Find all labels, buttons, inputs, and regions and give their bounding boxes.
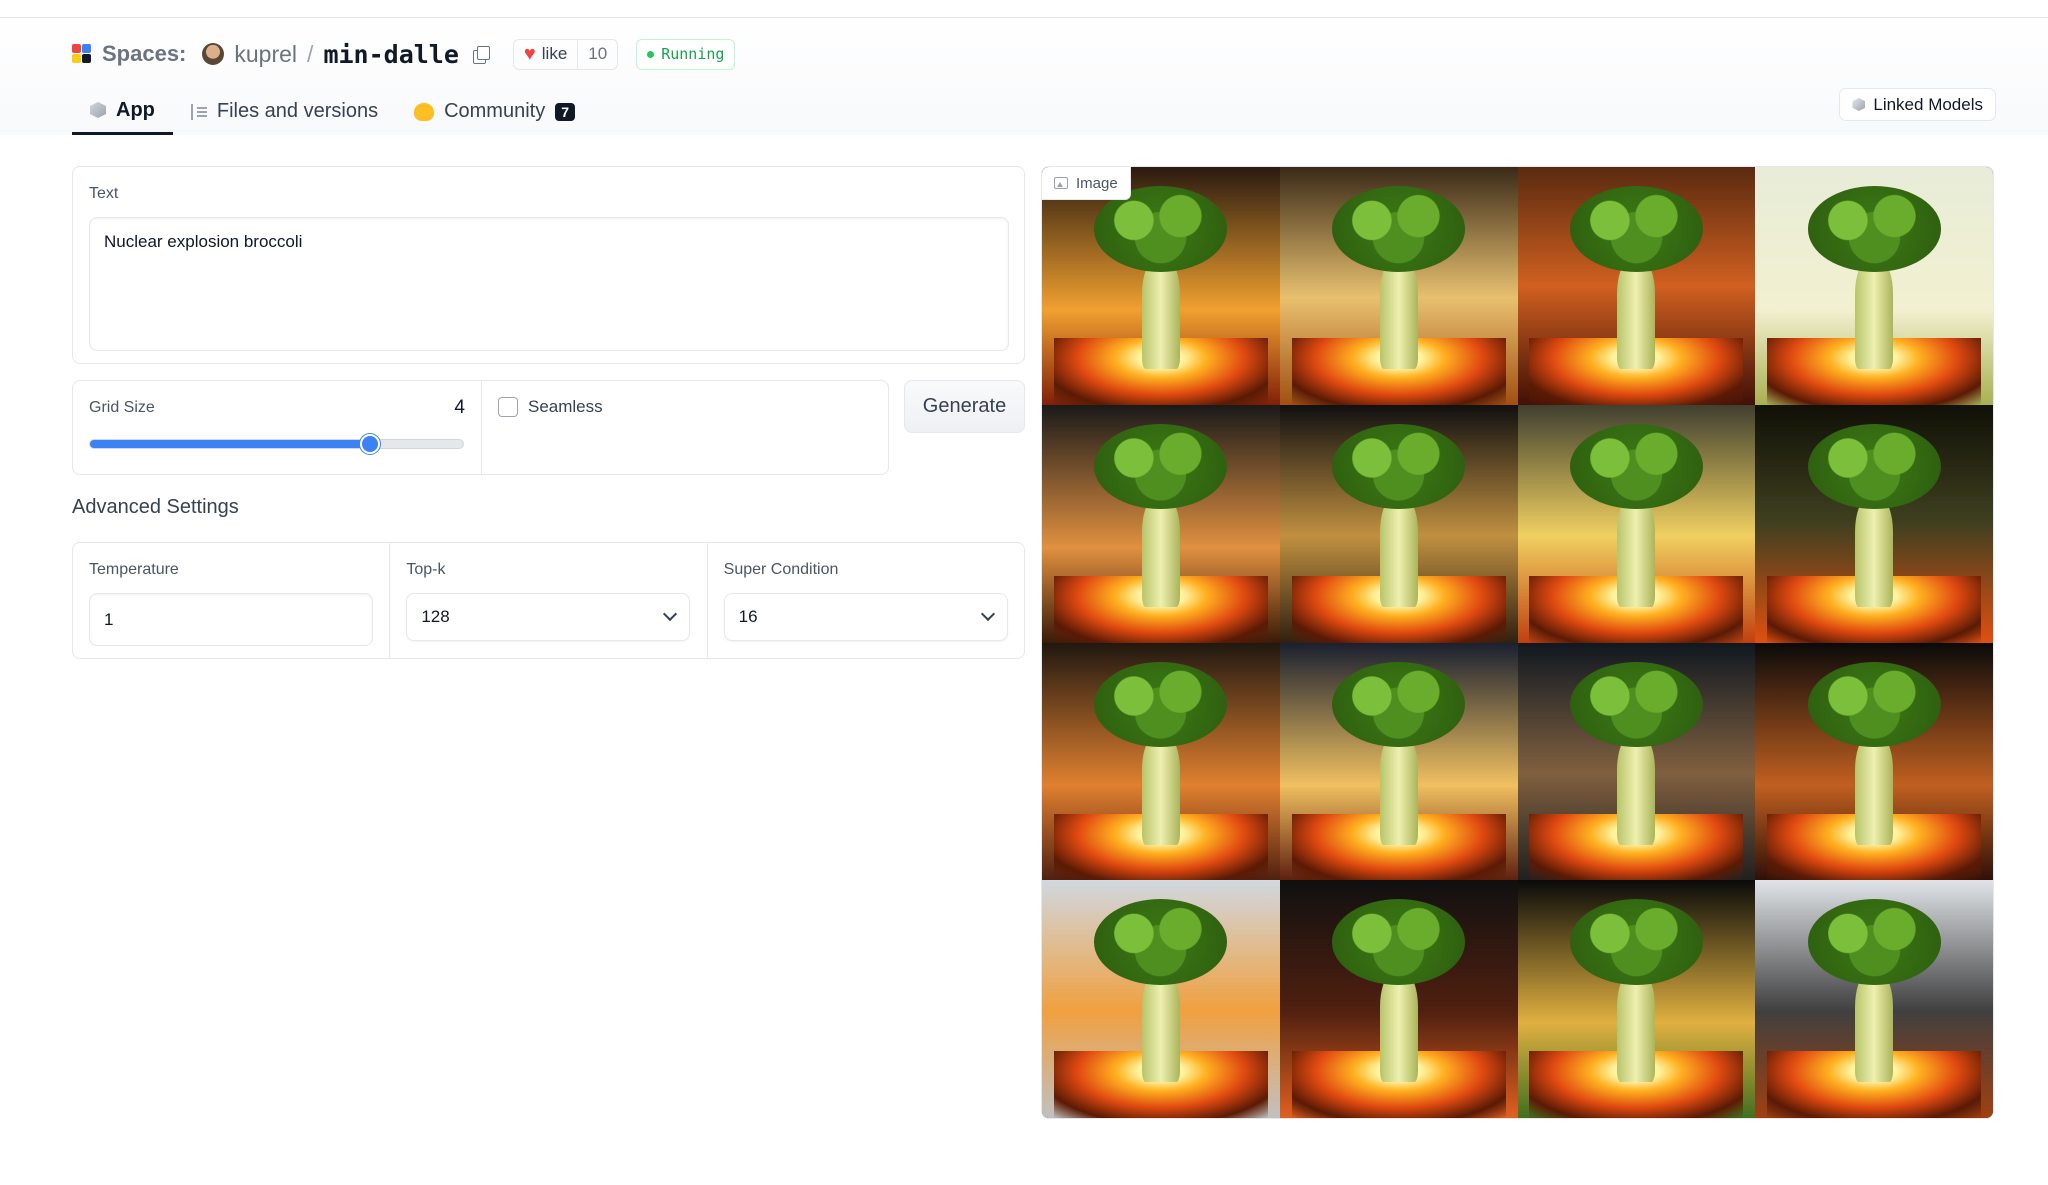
linked-models-button[interactable]: Linked Models [1839, 88, 1996, 121]
generated-image-tile [1755, 167, 1993, 405]
generated-image-grid [1042, 167, 1993, 1118]
image-label-text: Image [1076, 174, 1118, 192]
status-badge: Running [636, 38, 736, 70]
generated-image-tile [1279, 404, 1518, 643]
linked-models-label: Linked Models [1873, 94, 1983, 114]
temperature-label: Temperature [89, 561, 179, 578]
super-condition-select[interactable]: 16 [723, 593, 1008, 641]
grid-options-panel: Grid Size 4 Seamless [72, 380, 889, 475]
super-condition-control: Super Condition 16 [708, 543, 1024, 658]
seamless-label[interactable]: Seamless [528, 397, 603, 417]
generated-image-tile [1755, 404, 1993, 643]
heart-icon: ♥ [523, 43, 536, 65]
title-row: Spaces: kuprel / min-dalle ♥ like 10 Run… [72, 38, 736, 70]
community-count-badge: 7 [555, 102, 576, 121]
output-image-panel[interactable]: Image [1041, 166, 1994, 1119]
topk-value: 128 [421, 607, 450, 626]
generated-image-tile [1042, 404, 1280, 643]
generated-image-tile [1517, 880, 1756, 1118]
tab-app[interactable]: App [72, 88, 173, 135]
like-button[interactable]: ♥ like [514, 40, 577, 69]
super-condition-value: 16 [738, 607, 758, 626]
temperature-control: Temperature 1 [73, 543, 391, 658]
tab-community-label: Community [444, 100, 546, 122]
temperature-input[interactable]: 1 [89, 593, 373, 646]
like-count[interactable]: 10 [577, 39, 617, 69]
image-icon [1054, 177, 1068, 189]
topk-control: Top-k 128 [390, 543, 708, 658]
grid-size-slider-track[interactable] [89, 439, 464, 449]
prompt-textarea[interactable]: Nuclear explosion broccoli [89, 217, 1009, 351]
tab-files-label: Files and versions [216, 100, 379, 122]
seamless-checkbox[interactable] [498, 397, 518, 417]
generated-image-tile [1042, 642, 1280, 881]
generated-image-tile [1755, 880, 1993, 1118]
tab-community[interactable]: Community 7 [396, 88, 593, 135]
space-header: Spaces: kuprel / min-dalle ♥ like 10 Run… [0, 18, 2048, 135]
topk-select[interactable]: 128 [406, 593, 691, 641]
copy-icon[interactable] [471, 45, 490, 64]
tab-files-and-versions[interactable]: Files and versions [173, 88, 396, 135]
grid-size-slider-fill [90, 440, 370, 448]
owner-link[interactable]: kuprel [234, 41, 297, 68]
grid-size-value[interactable]: 4 [454, 397, 465, 419]
generated-image-tile [1755, 642, 1993, 881]
generated-image-tile [1042, 880, 1280, 1118]
owner-avatar[interactable] [202, 43, 225, 65]
image-output-label: Image [1042, 167, 1131, 200]
generated-image-tile [1279, 167, 1518, 405]
chevron-down-icon [980, 606, 995, 622]
like-label: like [541, 44, 568, 63]
status-dot-icon [647, 50, 655, 58]
status-label: Running [661, 45, 725, 63]
generated-image-tile [1042, 167, 1280, 405]
repo-name[interactable]: min-dalle [323, 40, 458, 69]
grid-size-slider-thumb[interactable] [360, 434, 381, 454]
generated-image-tile [1517, 642, 1756, 881]
spaces-label[interactable]: Spaces: [102, 41, 186, 67]
cube-icon [90, 102, 106, 118]
chevron-down-icon [663, 606, 678, 622]
files-icon [190, 103, 207, 120]
topk-label: Top-k [406, 561, 446, 578]
generated-image-tile [1517, 404, 1756, 643]
tab-app-label: App [116, 98, 155, 121]
generated-image-tile [1279, 642, 1518, 881]
generated-image-tile [1279, 880, 1518, 1118]
text-label: Text [89, 185, 119, 202]
text-input-panel: Text Nuclear explosion broccoli [72, 166, 1025, 364]
like-widget: ♥ like 10 [512, 38, 619, 70]
grid-size-label: Grid Size [89, 399, 155, 416]
top-border [0, 0, 2048, 18]
advanced-settings-title[interactable]: Advanced Settings [72, 496, 239, 519]
grid-size-control: Grid Size 4 [73, 381, 482, 474]
spaces-logo-icon [72, 44, 92, 64]
cube-icon [1852, 98, 1866, 111]
path-separator: / [307, 40, 314, 67]
seamless-control: Seamless [482, 381, 888, 474]
generated-image-tile [1517, 167, 1756, 405]
generate-button[interactable]: Generate [904, 380, 1025, 433]
community-icon [414, 102, 435, 121]
space-tabs: App Files and versions Community 7 [72, 88, 593, 135]
advanced-settings-panel: Temperature 1 Top-k 128 Super Condition … [72, 542, 1025, 659]
super-condition-label: Super Condition [723, 561, 839, 578]
